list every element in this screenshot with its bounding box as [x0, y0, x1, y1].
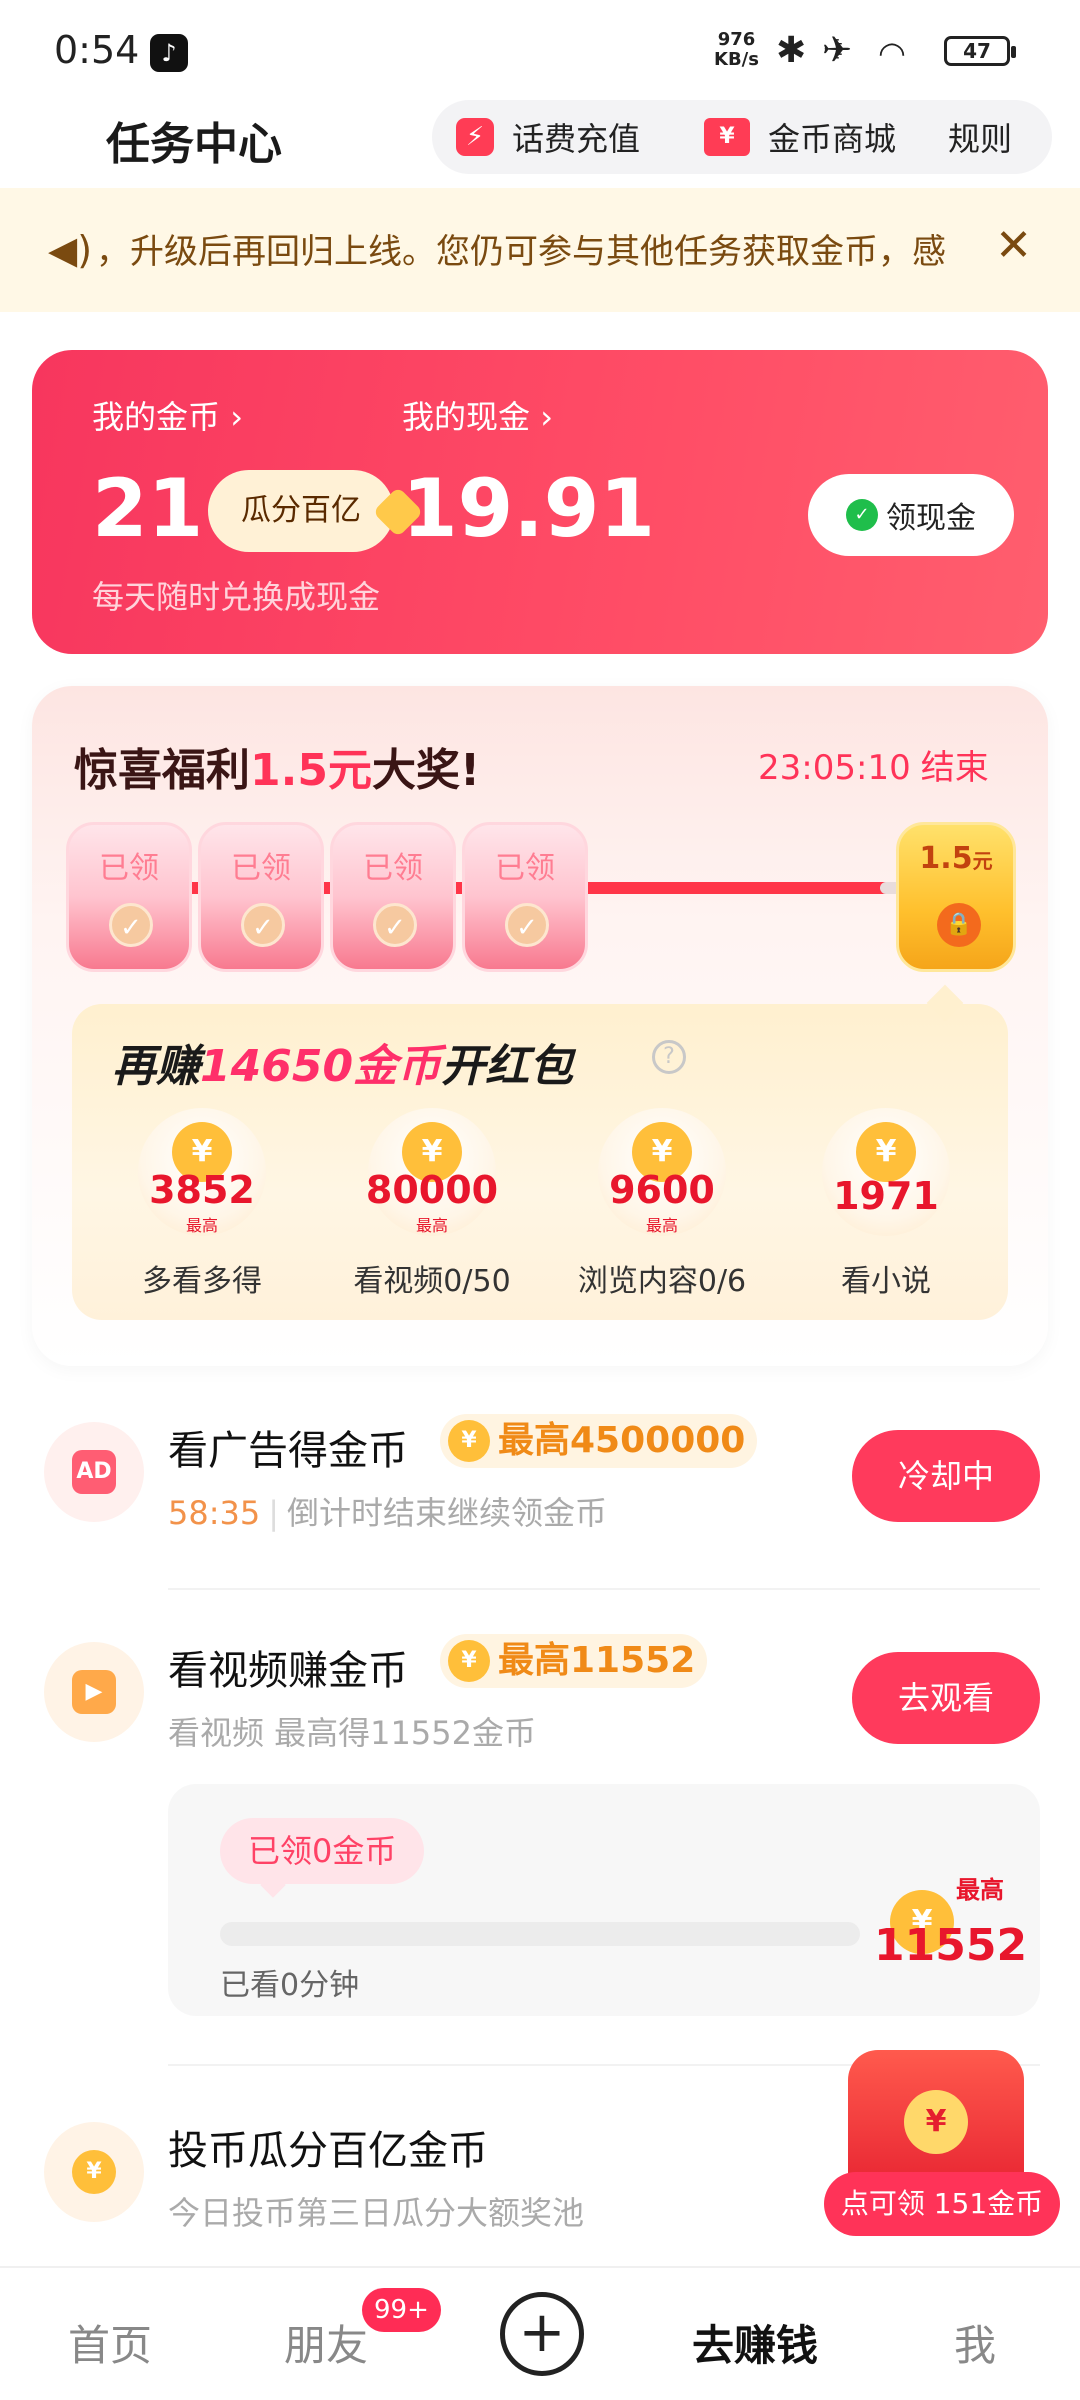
red-packet-claimed: 已领 ✓: [66, 822, 192, 972]
status-time: 0:54: [54, 28, 140, 72]
task-title: 看视频赚金币: [168, 1648, 408, 1694]
bluetooth-icon: ✱: [776, 30, 807, 71]
go-watch-button[interactable]: 去观看: [852, 1652, 1040, 1744]
coin-icon: ¥: [448, 1420, 490, 1462]
page-title: 任务中心: [106, 119, 282, 170]
my-cash-link[interactable]: 我的现金 ›: [402, 392, 553, 438]
coin-mall-button[interactable]: ¥ 金币商城: [704, 100, 896, 174]
task-title: 投币瓜分百亿金币: [168, 2128, 488, 2174]
task-watch-video: ▶ 看视频赚金币 ¥ 最高11552 看视频 最高得11552金币 去观看: [0, 1634, 1080, 1768]
tiktok-icon: ♪: [150, 34, 188, 72]
coin-icon: ¥: [448, 1640, 490, 1682]
check-icon: ✓: [505, 903, 549, 947]
net-speed: 976 KB/s: [714, 29, 759, 70]
floating-claim-label[interactable]: 点可领 151金币: [824, 2172, 1060, 2236]
video-icon: ▶: [44, 1642, 144, 1742]
watch-progress-bar: [220, 1922, 860, 1946]
status-bar: 0:54 ♪ 976 KB/s ✱ ✈ ◠ 47: [0, 0, 1080, 96]
max-reward-value: 11552: [874, 1920, 1028, 1971]
nav-me[interactable]: 我: [954, 2312, 996, 2373]
close-icon[interactable]: ✕: [995, 220, 1032, 271]
lightning-icon: ⚡: [456, 118, 494, 156]
wifi-icon: ◠: [878, 34, 906, 72]
rules-button[interactable]: 规则: [948, 100, 1012, 174]
cooldown-button[interactable]: 冷却中: [852, 1430, 1040, 1522]
notice-bar: ◀) ，升级后再回归上线。您仍可参与其他任务获取金币，感 ✕: [0, 188, 1080, 312]
coin-icon: ¥: [44, 2122, 144, 2222]
ticket-icon: ¥: [704, 118, 750, 156]
coins-value: 21: [92, 462, 204, 555]
wechat-icon: ✓: [846, 499, 878, 531]
nav-friends[interactable]: 朋友: [284, 2312, 368, 2373]
task-description: 58:35 | 倒计时结束继续领金币: [168, 1494, 608, 1532]
battery-icon: 47: [944, 36, 1016, 66]
speaker-icon: ◀): [48, 228, 93, 272]
watched-minutes: 已看0分钟: [220, 1968, 360, 2003]
red-packet-claimed: 已领 ✓: [330, 822, 456, 972]
notice-text: ，升级后再回归上线。您仍可参与其他任务获取金币，感: [96, 232, 946, 272]
red-packet-claimed: 已领 ✓: [462, 822, 588, 972]
airplane-icon: ✈: [822, 30, 853, 71]
earn-item[interactable]: ¥ 1971 看小说: [786, 1108, 986, 1308]
my-coins-link[interactable]: 我的金币 ›: [92, 392, 243, 438]
coin-icon: ¥: [904, 2090, 968, 2154]
coins-received-tag: 已领0金币: [220, 1818, 425, 1884]
red-packet-claimed: 已领 ✓: [198, 822, 324, 972]
earn-item[interactable]: ¥ 9600 最高 浏览内容0/6: [562, 1108, 762, 1308]
bottom-nav: 首页 朋友 99+ + 去赚钱 我: [0, 2266, 1080, 2400]
reward-badge: ¥ 最高4500000: [440, 1414, 758, 1468]
red-packet-final[interactable]: 1.5元 🔒: [896, 822, 1016, 972]
earn-item[interactable]: ¥ 80000 最高 看视频0/50: [332, 1108, 532, 1308]
check-icon: ✓: [241, 903, 285, 947]
nav-home[interactable]: 首页: [68, 2312, 152, 2373]
coins-subtitle: 每天随时兑换成现金: [92, 578, 381, 616]
withdraw-cash-button[interactable]: ✓ 领现金: [808, 474, 1014, 556]
chevron-right-icon: ›: [540, 398, 553, 436]
chevron-right-icon: ›: [230, 398, 243, 436]
earn-more-panel: 再赚14650金币开红包 ? ¥ 3852 最高 多看多得 ¥ 80000 最高…: [72, 1004, 1008, 1320]
task-watch-ads: AD 看广告得金币 ¥ 最高4500000 58:35 | 倒计时结束继续领金币 冷…: [0, 1414, 1080, 1548]
lock-icon: 🔒: [937, 903, 981, 947]
recharge-button[interactable]: ⚡ 话费充值: [456, 100, 640, 174]
cash-value: 19.91: [402, 462, 656, 555]
notification-badge: 99+: [362, 2288, 441, 2332]
task-description: 今日投币第三日瓜分大额奖池: [168, 2194, 585, 2232]
reward-badge: ¥ 最高11552: [440, 1634, 708, 1688]
ad-icon: AD: [44, 1422, 144, 1522]
surprise-reward-card: 惊喜福利1.5元大奖! 23:05:10 结束 已领 ✓ 已领 ✓ 已领 ✓ 已领…: [32, 686, 1048, 1366]
task-description: 看视频 最高得11552金币: [168, 1714, 536, 1752]
surprise-title: 惊喜福利1.5元大奖!: [74, 745, 481, 796]
earn-title: 再赚14650金币开红包: [112, 1041, 574, 1092]
page-header: 任务中心 ⚡ 话费充值 ¥ 金币商城 规则: [0, 96, 1080, 186]
header-actions: ⚡ 话费充值 ¥ 金币商城 规则: [432, 100, 1052, 174]
wallet-card: 我的金币 › 21 瓜分百亿 每天随时兑换成现金 我的现金 › 19.91 ✓ …: [32, 350, 1048, 654]
task-title: 看广告得金币: [168, 1428, 408, 1474]
countdown-timer: 23:05:10 结束: [758, 748, 989, 788]
nav-earn[interactable]: 去赚钱: [692, 2312, 818, 2373]
gua-fen-button[interactable]: 瓜分百亿: [208, 470, 394, 552]
check-icon: ✓: [109, 903, 153, 947]
help-icon[interactable]: ?: [652, 1040, 686, 1074]
video-progress-box: 已领0金币 已看0分钟 ¥ 最高 11552: [168, 1784, 1040, 2016]
check-icon: ✓: [373, 903, 417, 947]
earn-item[interactable]: ¥ 3852 最高 多看多得: [102, 1108, 302, 1308]
create-plus-button[interactable]: +: [500, 2292, 584, 2376]
